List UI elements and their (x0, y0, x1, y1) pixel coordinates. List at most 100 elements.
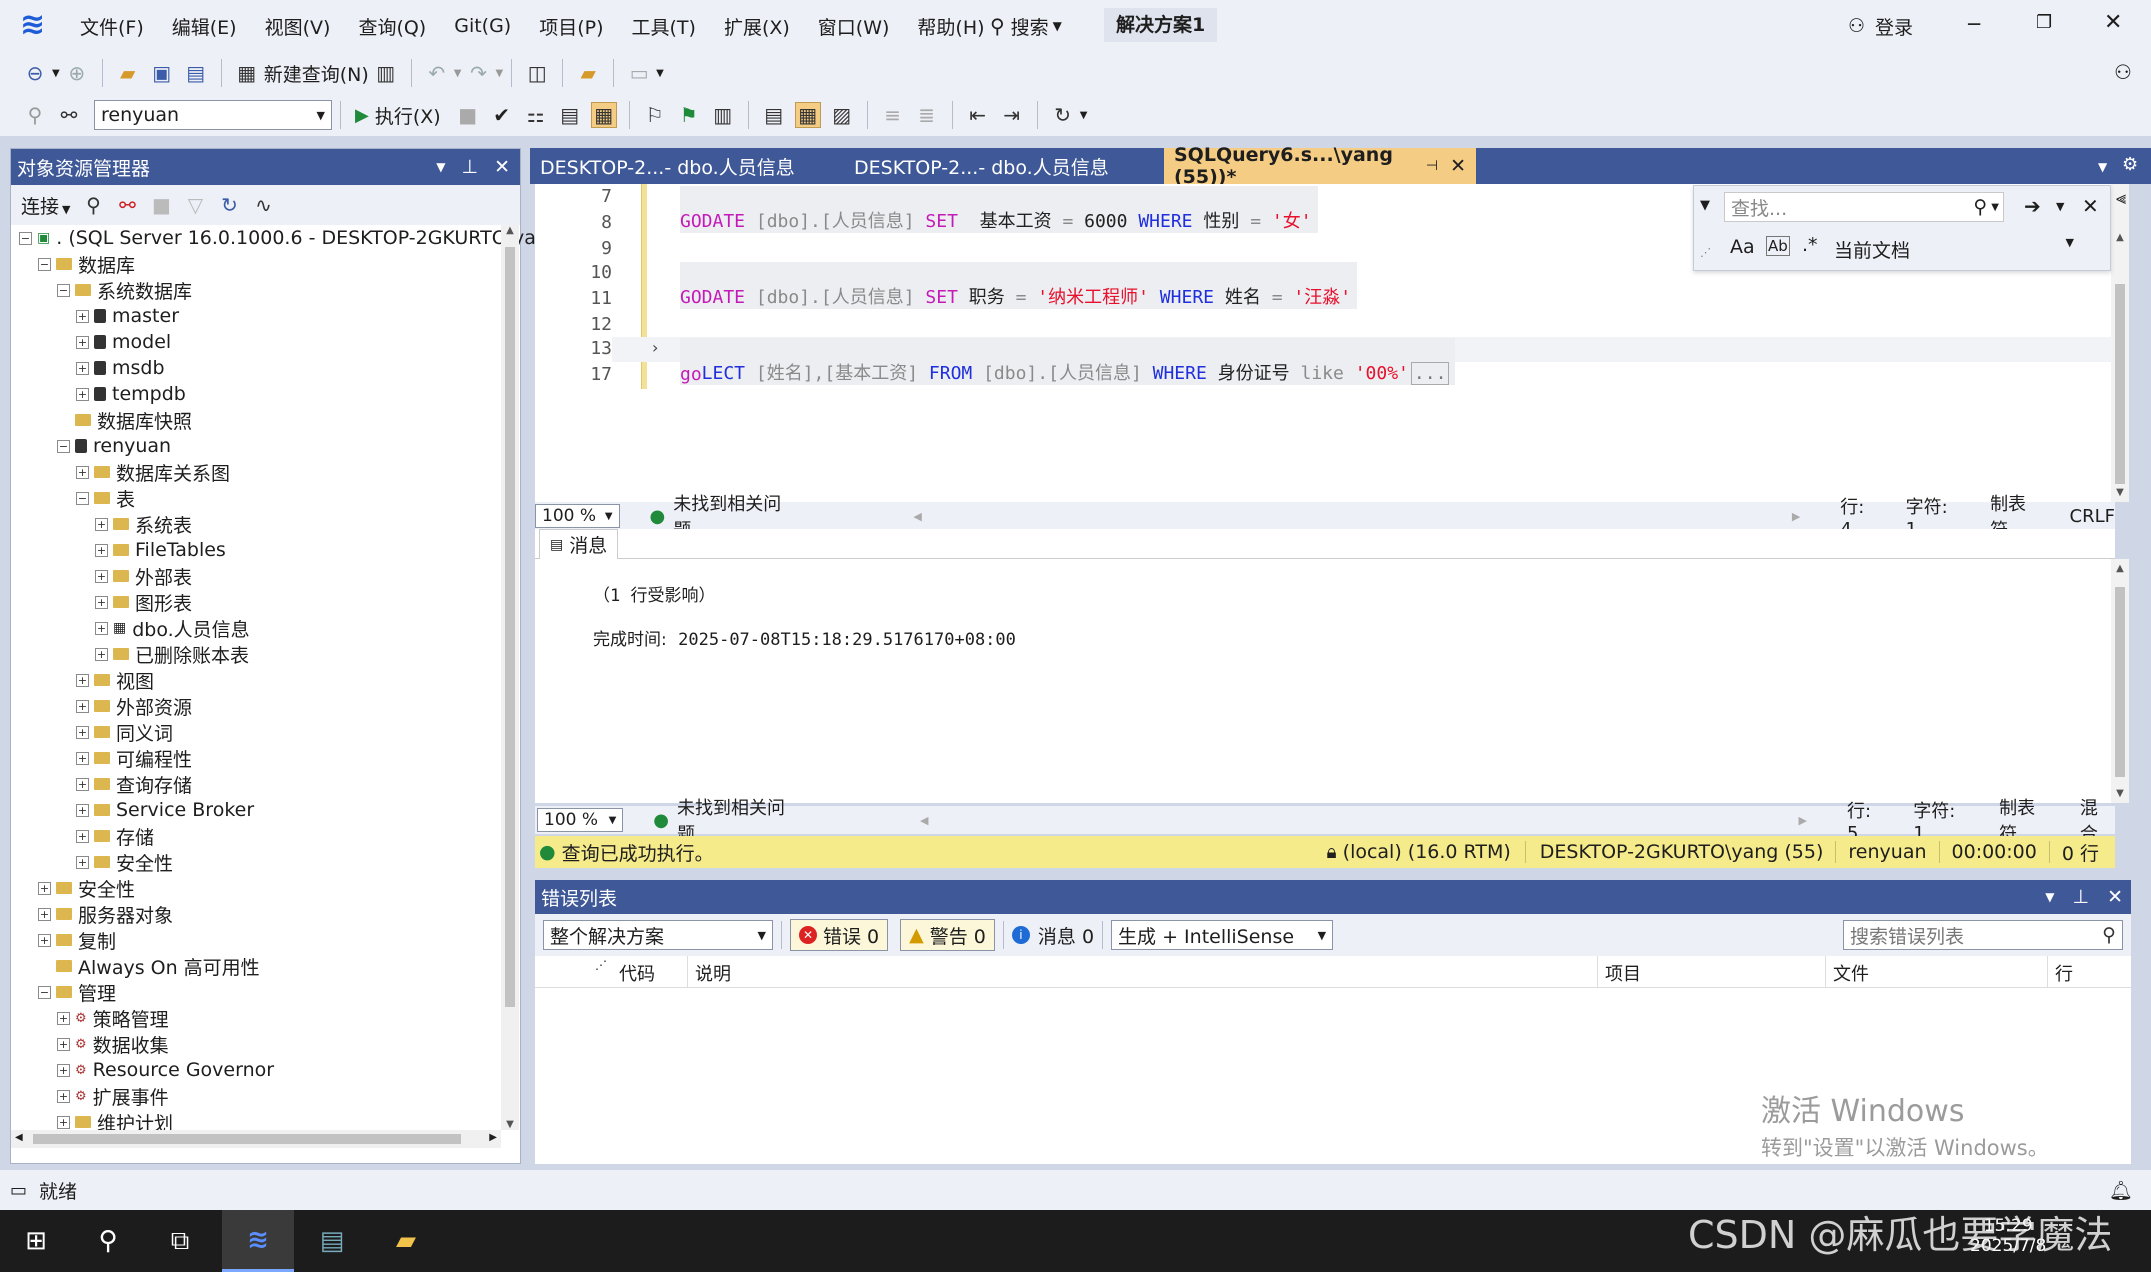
find-input[interactable]: 查找... ⚲ ▼ (1724, 192, 2004, 222)
collapse-icon[interactable]: − (38, 985, 51, 999)
comment-icon[interactable]: ≡ (880, 102, 906, 128)
expand-icon[interactable]: + (95, 647, 108, 661)
zoom-select[interactable]: 100 % ▼ (535, 504, 620, 528)
computer-taskbar-icon[interactable]: ▤ (296, 1210, 368, 1272)
expand-icon[interactable]: + (76, 465, 89, 479)
tab-overflow-icon[interactable]: ▼ (2098, 160, 2107, 174)
menu-item[interactable]: 帮助(H) (903, 13, 998, 40)
menu-item[interactable]: 文件(F) (66, 13, 158, 40)
pin-icon[interactable]: ⊥ (2073, 886, 2090, 908)
tree-node[interactable]: − 数据库 (11, 251, 501, 277)
tree-node[interactable]: + 系统表 (11, 511, 501, 537)
tree-node[interactable]: + ⚙ 数据收集 (11, 1031, 501, 1057)
expand-icon[interactable]: + (76, 673, 89, 687)
start-icon[interactable]: ⊞ (0, 1210, 72, 1272)
save-all-icon[interactable]: ▤ (183, 60, 209, 86)
sort-icon[interactable]: ⋰ (595, 958, 607, 972)
save-icon[interactable]: ▣ (149, 60, 175, 86)
tab-table-1[interactable]: DESKTOP-2...- dbo.人员信息 (530, 148, 840, 184)
close-find-icon[interactable]: ✕ (2082, 194, 2099, 218)
errors-filter[interactable]: ✕ 错误 0 (790, 919, 889, 951)
tab-query[interactable]: SQLQuery6.s...\yang (55))* ⊣ ✕ (1164, 144, 1476, 188)
build-select[interactable]: 生成 + IntelliSense ▼ (1111, 920, 1334, 950)
pin-icon[interactable]: ⊥ (462, 156, 479, 178)
tree-node[interactable]: + msdb (11, 355, 501, 381)
dropdown-icon[interactable]: ▼ (436, 160, 445, 174)
filter-icon[interactable]: ▽ (182, 192, 208, 218)
uncomment-icon[interactable]: ≣ (914, 102, 940, 128)
tree-node[interactable]: + 外部表 (11, 563, 501, 589)
client-stats-icon[interactable]: ▥ (710, 102, 736, 128)
search-button[interactable]: ⚲ 搜索 ▼ (990, 10, 1062, 42)
tree-node[interactable]: + 同义词 (11, 719, 501, 745)
ssms-taskbar-icon[interactable]: ≋ (222, 1210, 294, 1272)
specify-values-icon[interactable]: ↻ (1050, 102, 1076, 128)
expand-icon[interactable]: + (76, 855, 89, 869)
scroll-right-icon[interactable]: ▶ (1792, 510, 1800, 523)
new-query-button[interactable]: ▦ 新建查询(N) (230, 60, 369, 87)
expand-icon[interactable]: + (38, 933, 51, 947)
login-button[interactable]: ⚇ 登录 (1848, 10, 1913, 42)
redo-icon[interactable]: ↷ (465, 60, 491, 86)
change-connection-icon[interactable]: ⚯ (56, 102, 82, 128)
tab-messages[interactable]: ▤ 消息 (539, 529, 619, 559)
notification-bell-icon[interactable]: 🔔︎ (2109, 1179, 2133, 1202)
activity-monitor-icon[interactable]: ◫ (524, 60, 550, 86)
match-case-toggle[interactable]: Aa (1730, 236, 1755, 258)
decrease-indent-icon[interactable]: ⇤ (965, 102, 991, 128)
connect-dropdown[interactable]: 连接 ▼ (21, 192, 70, 219)
scroll-right-icon[interactable]: ▶ (1799, 814, 1807, 827)
tree-node[interactable]: + 存储 (11, 823, 501, 849)
expand-icon[interactable]: + (95, 621, 108, 635)
back-icon[interactable]: ⊖ (22, 60, 48, 86)
tree-node[interactable]: + FileTables (11, 537, 501, 563)
tree-node[interactable]: + ⚙ Resource Governor (11, 1057, 501, 1083)
expand-icon[interactable]: + (76, 699, 89, 713)
forward-icon[interactable]: ⊕ (64, 60, 90, 86)
error-search-input[interactable]: 搜索错误列表 ⚲ (1843, 920, 2123, 950)
intellisense-icon[interactable]: ▦ (590, 102, 617, 128)
parse-icon[interactable]: ✔ (489, 102, 515, 128)
task-view-icon[interactable]: ⧉ (144, 1210, 216, 1272)
expand-icon[interactable]: + (95, 517, 108, 531)
tree-vertical-scrollbar[interactable]: ▲ ▼ (501, 225, 519, 1130)
tree-node[interactable]: + 查询存储 (11, 771, 501, 797)
editor-vertical-scrollbar[interactable]: ▲ ▼ (2111, 184, 2129, 502)
col-description[interactable]: 说明 (695, 960, 731, 986)
tree-node[interactable]: + 安全性 (11, 875, 501, 901)
minimize-button[interactable]: ─ (1968, 12, 1980, 36)
msg-scroll-thumb[interactable] (2115, 587, 2125, 777)
results-grid-icon[interactable]: ▦ (794, 102, 821, 128)
toggle-replace-icon[interactable]: ▼ (1700, 198, 1710, 213)
expand-icon[interactable]: + (57, 1011, 70, 1025)
scope-select[interactable]: 整个解决方案 ▼ (543, 920, 773, 950)
col-line[interactable]: 行 (2055, 960, 2073, 986)
expand-icon[interactable]: + (38, 907, 51, 921)
activity-icon[interactable]: ∿ (250, 192, 276, 218)
search-icon[interactable]: ⚲ (72, 1210, 144, 1272)
settings-gear-icon[interactable]: ⚙ (2122, 154, 2138, 175)
feedback-icon[interactable]: ⚇ (2114, 60, 2132, 84)
warnings-filter[interactable]: ▲ 警告 0 (900, 919, 995, 951)
explorer-taskbar-icon[interactable]: ▰ (370, 1210, 442, 1272)
tab-table-2[interactable]: DESKTOP-2...- dbo.人员信息 (844, 148, 1174, 184)
layout-icon[interactable]: ▭ (626, 60, 652, 86)
expand-icon[interactable]: + (76, 387, 89, 401)
tree-node[interactable]: 数据库快照 (11, 407, 501, 433)
tree-node[interactable]: + 安全性 (11, 849, 501, 875)
expand-icon[interactable]: + (76, 335, 89, 349)
collapse-icon[interactable]: − (57, 283, 70, 297)
expand-icon[interactable]: + (38, 881, 51, 895)
scroll-left-icon[interactable]: ◀ (920, 814, 928, 827)
scroll-thumb[interactable] (505, 247, 515, 1007)
tree-node[interactable]: + master (11, 303, 501, 329)
tree-node[interactable]: + ▦ dbo.人员信息 (11, 615, 501, 641)
collapse-icon[interactable]: − (38, 257, 51, 271)
find-scope[interactable]: 当前文档 ▼ (1834, 236, 2074, 263)
collapse-icon[interactable]: − (76, 491, 89, 505)
expand-icon[interactable]: + (76, 725, 89, 739)
expand-icon[interactable]: + (76, 829, 89, 843)
tree-node[interactable]: + ⚙ 策略管理 (11, 1005, 501, 1031)
find-next-icon[interactable]: ➔ (2024, 194, 2041, 218)
editor-scroll-thumb[interactable] (2115, 284, 2125, 484)
